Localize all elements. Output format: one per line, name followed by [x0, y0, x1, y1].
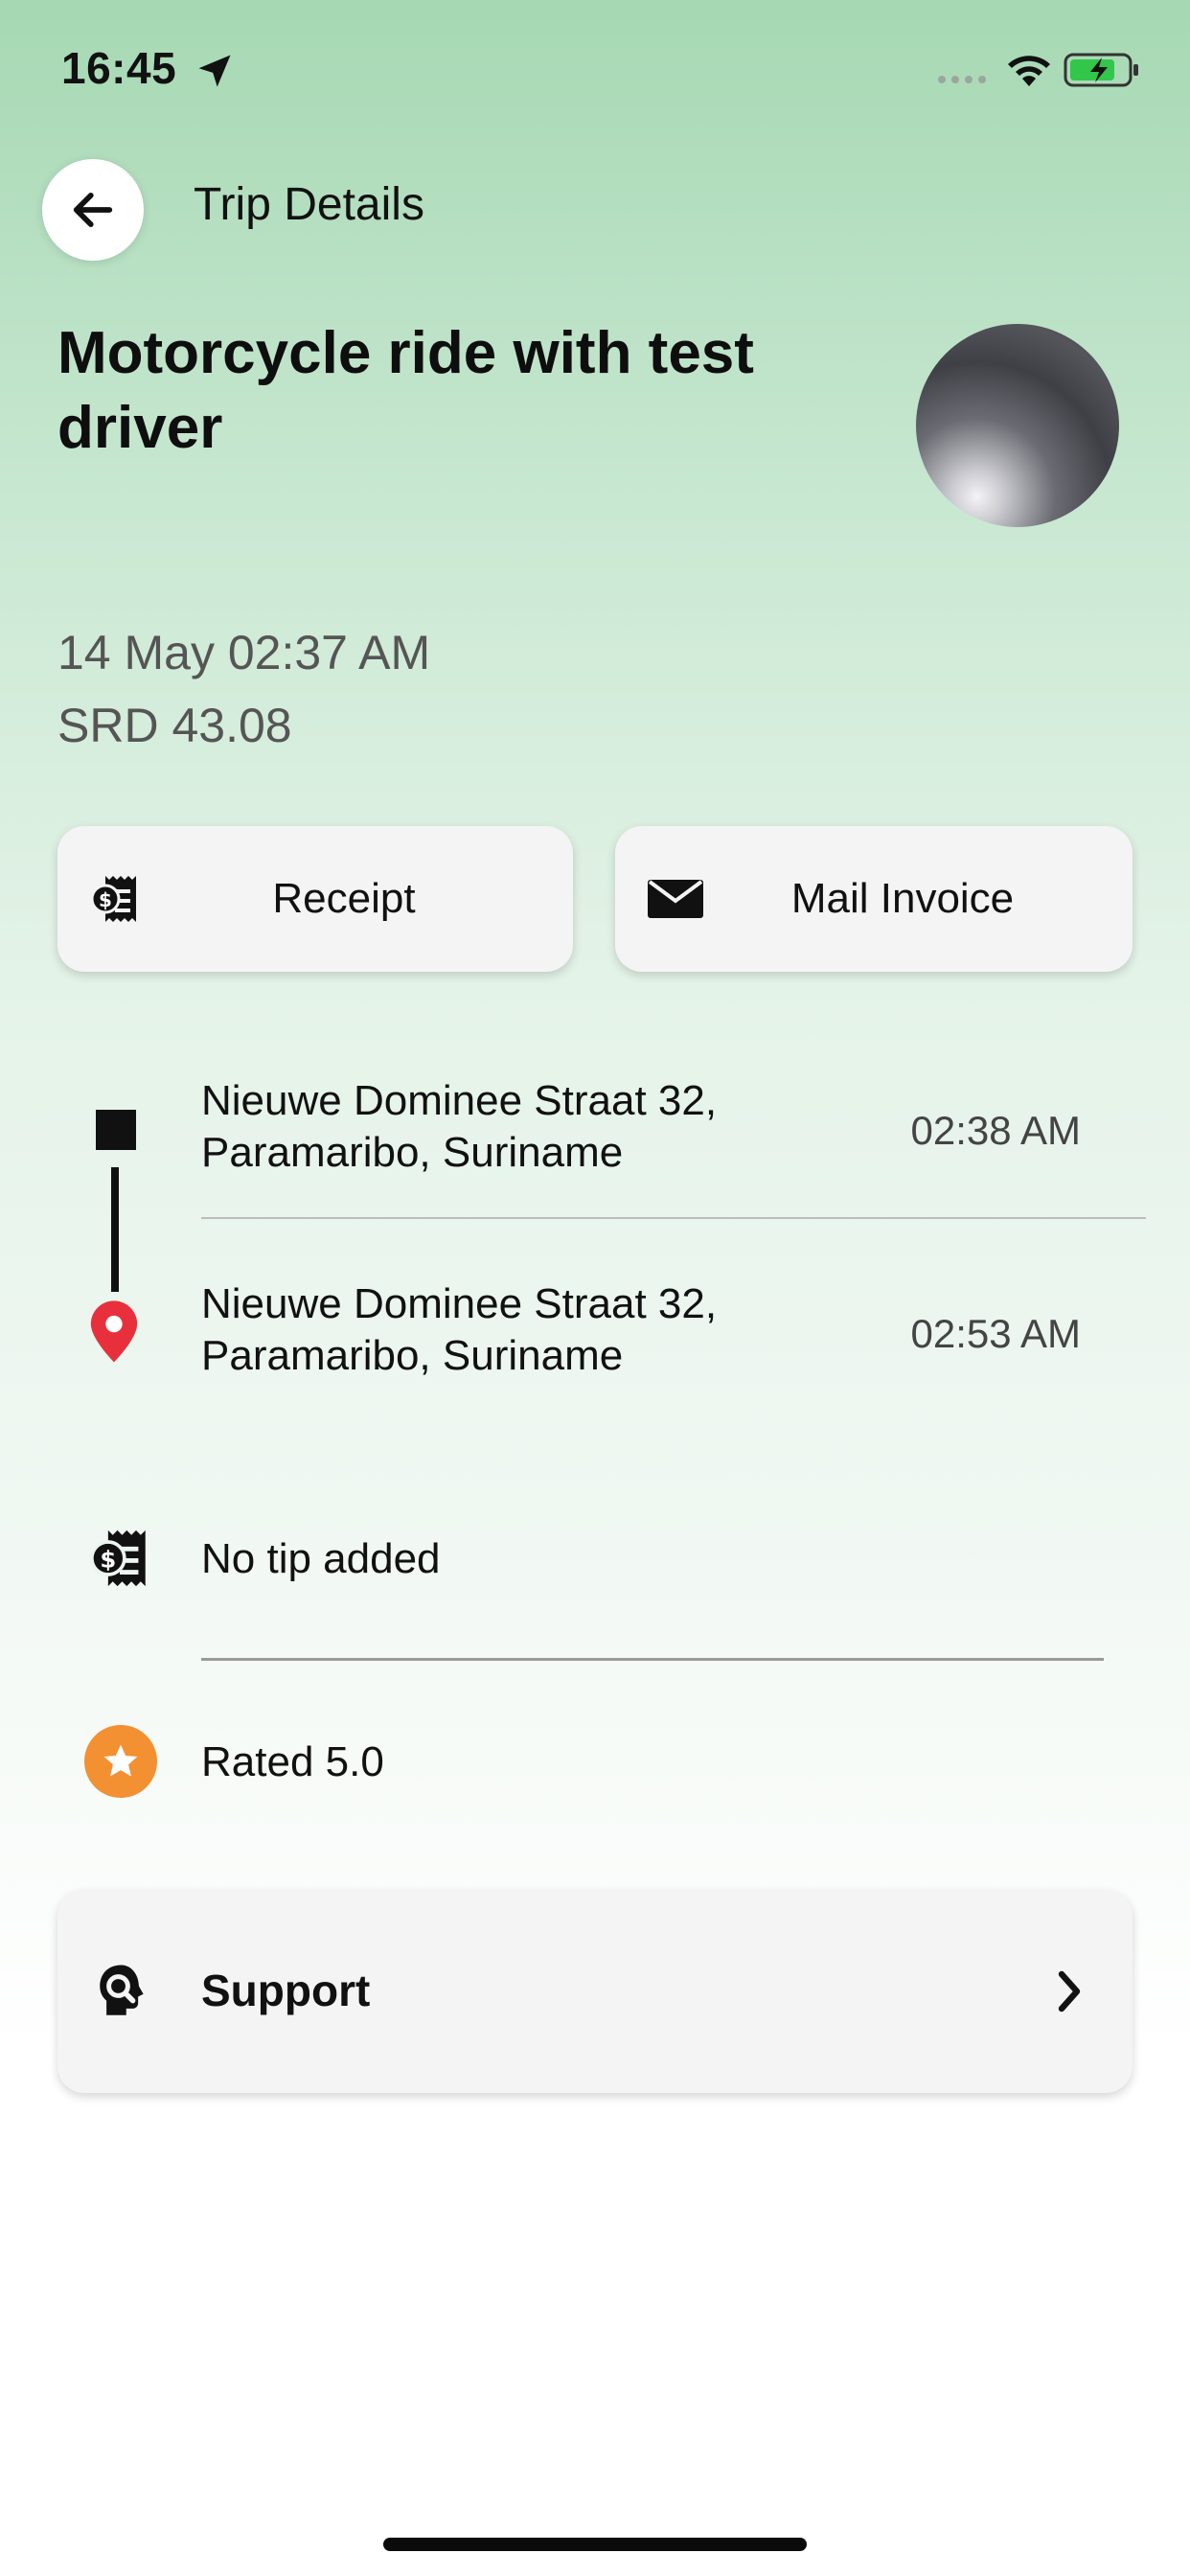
pickup-address: Nieuwe Dominee Straat 32, Paramaribo, Su…	[201, 1077, 718, 1176]
back-button[interactable]	[42, 159, 144, 261]
star-glyph-icon	[103, 1744, 138, 1777]
trip-title: Motorcycle ride with test driver	[57, 320, 754, 461]
tip-receipt-icon: $	[90, 1530, 146, 1587]
dropoff-address: Nieuwe Dominee Straat 32, Paramaribo, Su…	[201, 1280, 718, 1379]
svg-text:$: $	[100, 1546, 116, 1574]
map-pin-icon	[90, 1300, 138, 1363]
home-indicator[interactable]	[383, 2538, 807, 2551]
battery-icon	[1064, 53, 1138, 87]
svg-text:$: $	[99, 888, 112, 911]
pickup-square-icon	[96, 1110, 136, 1150]
tip-divider	[201, 1658, 1104, 1661]
receipt-button[interactable]: $ Receipt	[57, 826, 573, 972]
receipt-icon: $	[90, 876, 136, 922]
wifi-icon	[1008, 56, 1050, 86]
support-agent-icon	[100, 1965, 144, 2015]
trip-fare: SRD 43.08	[57, 699, 292, 752]
rating-label: Rated 5.0	[201, 1738, 384, 1785]
tip-status: No tip added	[201, 1535, 441, 1582]
mail-invoice-button[interactable]: Mail Invoice	[615, 826, 1133, 972]
location-arrow-icon	[198, 55, 231, 87]
arrow-left-icon	[73, 193, 113, 227]
star-icon	[84, 1725, 157, 1798]
status-time: 16:45	[61, 43, 177, 93]
route-divider	[201, 1217, 1146, 1219]
chevron-right-icon	[1058, 1970, 1081, 2012]
dropoff-time: 02:53 AM	[910, 1311, 1081, 1356]
route-line	[111, 1167, 119, 1292]
envelope-icon	[648, 880, 703, 918]
trip-date: 14 May 02:37 AM	[57, 626, 431, 679]
pickup-time: 02:38 AM	[910, 1108, 1081, 1153]
support-label: Support	[201, 1966, 371, 2015]
driver-avatar	[916, 324, 1119, 527]
support-button[interactable]: Support	[57, 1890, 1133, 2093]
cellular-signal-icon	[938, 76, 986, 83]
page-title: Trip Details	[194, 179, 424, 230]
